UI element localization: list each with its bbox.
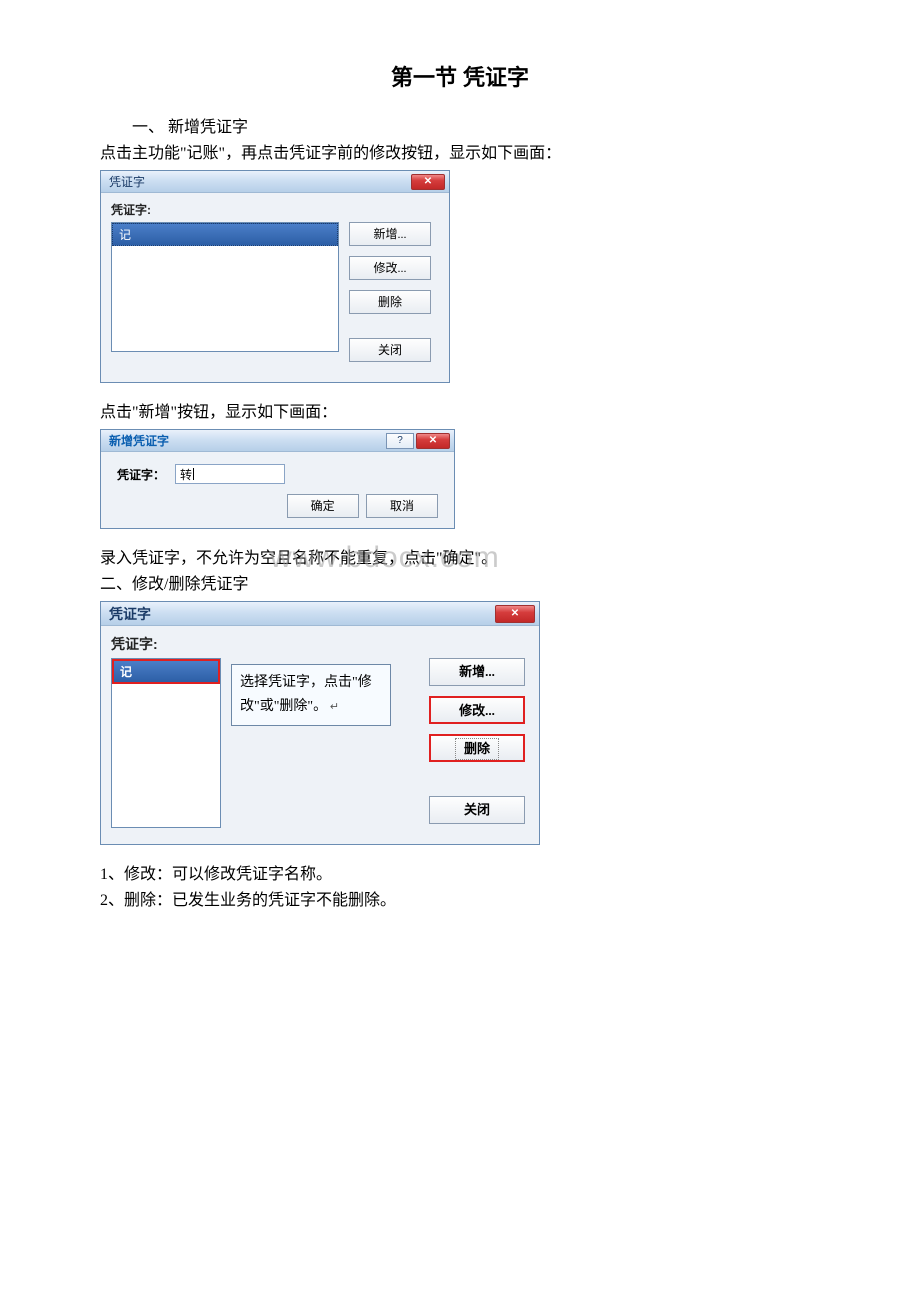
callout-annotation: 选择凭证字，点击"修改"或"删除"。 ↵ — [231, 664, 391, 726]
dialog-titlebar: 凭证字 ✕ — [101, 171, 449, 193]
voucher-type-dialog: 凭证字 ✕ 凭证字: 记 新增... 修改... 删除 关闭 — [100, 170, 450, 383]
section-1-heading: 一、 新增凭证字 — [100, 116, 820, 140]
voucher-type-input[interactable]: 转 — [175, 464, 285, 484]
dialog-title: 新增凭证字 — [109, 432, 384, 449]
add-button[interactable]: 新增... — [349, 222, 431, 246]
edit-button[interactable]: 修改... — [349, 256, 431, 280]
note-1: 1、修改：可以修改凭证字名称。 — [100, 863, 820, 887]
list-item[interactable]: 记 — [112, 659, 220, 684]
list-label: 凭证字: — [111, 634, 529, 654]
section-2-heading: 二、修改/删除凭证字 — [100, 573, 820, 597]
ok-button[interactable]: 确定 — [287, 494, 359, 518]
dialog-titlebar: 凭证字 ✕ — [101, 602, 539, 626]
paragraph: 点击"新增"按钮，显示如下画面： — [100, 401, 820, 425]
close-button[interactable]: 关闭 — [349, 338, 431, 362]
list-item[interactable]: 记 — [112, 223, 338, 246]
close-icon[interactable]: ✕ — [495, 605, 535, 623]
dialog-title: 凭证字 — [109, 604, 493, 624]
edit-button[interactable]: 修改... — [429, 696, 525, 724]
field-label: 凭证字： — [117, 466, 165, 483]
paragraph: 录入凭证字，不允许为空且名称不能重复，点击"确定"。 — [100, 547, 820, 571]
list-label: 凭证字: — [111, 201, 439, 218]
close-icon[interactable]: ✕ — [416, 433, 450, 449]
cancel-button[interactable]: 取消 — [366, 494, 438, 518]
note-2: 2、删除：已发生业务的凭证字不能删除。 — [100, 889, 820, 913]
dialog-title: 凭证字 — [109, 173, 409, 190]
delete-button[interactable]: 删除 — [429, 734, 525, 762]
delete-button[interactable]: 删除 — [349, 290, 431, 314]
dialog-titlebar: 新增凭证字 ? ✕ — [101, 430, 454, 452]
help-icon[interactable]: ? — [386, 433, 414, 449]
page-title: 第一节 凭证字 — [100, 60, 820, 92]
close-icon[interactable]: ✕ — [411, 174, 445, 190]
voucher-type-listbox[interactable]: 记 — [111, 222, 339, 352]
section-1-intro: 点击主功能"记账"，再点击凭证字前的修改按钮，显示如下画面： — [100, 142, 820, 166]
add-button[interactable]: 新增... — [429, 658, 525, 686]
add-voucher-type-dialog: 新增凭证字 ? ✕ 凭证字： 转 确定 取消 — [100, 429, 455, 529]
voucher-type-dialog-annotated: 凭证字 ✕ 凭证字: 记 选择凭证字，点击"修改"或"删除"。 ↵ 新增... … — [100, 601, 540, 845]
voucher-type-listbox[interactable]: 记 — [111, 658, 221, 828]
close-button[interactable]: 关闭 — [429, 796, 525, 824]
